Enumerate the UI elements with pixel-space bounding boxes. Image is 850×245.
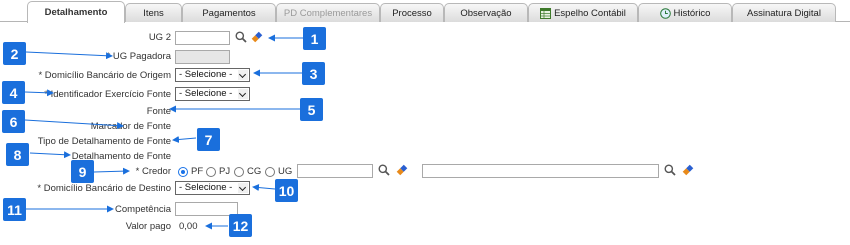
tab-label: Espelho Contábil: [554, 7, 626, 19]
credor-code-input[interactable]: [297, 164, 373, 178]
search-icon[interactable]: [235, 31, 247, 43]
chevron-down-icon: [238, 70, 248, 80]
domicilio-destino-label: * Domicílio Bancário de Destino: [37, 183, 171, 194]
history-icon: [659, 7, 671, 19]
arrow-9: [93, 167, 130, 175]
arrow-10: [252, 184, 276, 192]
tab-pd-complementares: PD Complementares: [276, 3, 380, 22]
credor-radio-pf[interactable]: [178, 167, 188, 177]
select-value: - Selecione -: [179, 69, 233, 80]
tab-label: PD Complementares: [283, 7, 373, 19]
callout-6: 6: [2, 110, 25, 133]
tab-bar: Detalhamento Itens Pagamentos PD Complem…: [0, 0, 850, 23]
ug-pagadora-label: * UG Pagadora: [106, 51, 171, 62]
tab-itens[interactable]: Itens: [125, 3, 182, 22]
fonte-label: Fonte: [146, 106, 171, 117]
domicilio-origem-label: * Domicílio Bancário de Origem: [38, 70, 171, 81]
spreadsheet-icon: [540, 7, 552, 19]
tab-label: Pagamentos: [202, 7, 256, 19]
search-icon[interactable]: [378, 164, 390, 176]
credor-option-ug: UG: [278, 166, 293, 177]
credor-name-input[interactable]: [422, 164, 659, 178]
arrow-7: [172, 135, 197, 143]
credor-radio-ug[interactable]: [265, 167, 275, 177]
tab-detalhamento[interactable]: Detalhamento: [27, 1, 125, 23]
callout-10: 10: [275, 179, 298, 202]
select-value: - Selecione -: [179, 88, 233, 99]
ug2-label: UG 2: [148, 32, 171, 43]
ug2-input[interactable]: [175, 31, 230, 45]
callout-12: 12: [229, 214, 252, 237]
valor-pago-label: Valor pago: [125, 221, 171, 232]
callout-4: 4: [2, 81, 25, 104]
tab-label: Observação: [460, 7, 512, 19]
tab-label: Assinatura Digital: [747, 7, 821, 19]
tab-processo[interactable]: Processo: [380, 3, 444, 22]
chevron-down-icon: [238, 183, 248, 193]
eraser-icon[interactable]: [682, 164, 694, 176]
credor-option-pj: PJ: [219, 166, 231, 177]
callout-3: 3: [302, 62, 325, 85]
marcador-label: Marcador de Fonte: [90, 121, 171, 132]
callout-2: 2: [3, 42, 26, 65]
identificador-select[interactable]: - Selecione -: [175, 87, 250, 101]
tab-assinatura-digital[interactable]: Assinatura Digital: [732, 3, 836, 22]
tipo-detalhamento-label: Tipo de Detalhamento de Fonte: [37, 136, 171, 147]
credor-option-cg: CG: [247, 166, 262, 177]
arrow-2: [25, 51, 113, 60]
callout-5: 5: [300, 98, 323, 121]
callout-7: 7: [197, 128, 220, 151]
tab-label: Itens: [143, 7, 164, 19]
callout-8: 8: [6, 143, 29, 166]
tab-pagamentos[interactable]: Pagamentos: [182, 3, 276, 22]
arrow-8: [29, 151, 71, 159]
valor-pago-value: 0,00: [179, 221, 198, 232]
tab-espelho-contabil[interactable]: Espelho Contábil: [528, 3, 638, 22]
callout-1: 1: [303, 27, 326, 50]
credor-option-pf: PF: [191, 166, 204, 177]
tab-label: Detalhamento: [44, 7, 108, 18]
domicilio-origem-select[interactable]: - Selecione -: [175, 68, 250, 82]
tab-observacao[interactable]: Observação: [444, 3, 528, 22]
credor-radio-pj[interactable]: [206, 167, 216, 177]
ug-pagadora-input: [175, 50, 230, 64]
search-icon[interactable]: [664, 164, 676, 176]
credor-label: * Credor: [135, 166, 171, 177]
eraser-icon[interactable]: [251, 31, 263, 43]
chevron-down-icon: [238, 89, 248, 99]
select-value: - Selecione -: [179, 182, 233, 193]
tab-label: Histórico: [673, 7, 711, 19]
credor-radio-cg[interactable]: [234, 167, 244, 177]
domicilio-destino-select[interactable]: - Selecione -: [175, 181, 250, 195]
tab-historico[interactable]: Histórico: [638, 3, 732, 22]
callout-9: 9: [71, 160, 94, 183]
tab-label: Processo: [392, 7, 432, 19]
identificador-label: * Identificador Exercício Fonte: [44, 89, 171, 100]
callout-11: 11: [3, 198, 26, 221]
competencia-label: Competência: [115, 204, 171, 215]
eraser-icon[interactable]: [396, 164, 408, 176]
